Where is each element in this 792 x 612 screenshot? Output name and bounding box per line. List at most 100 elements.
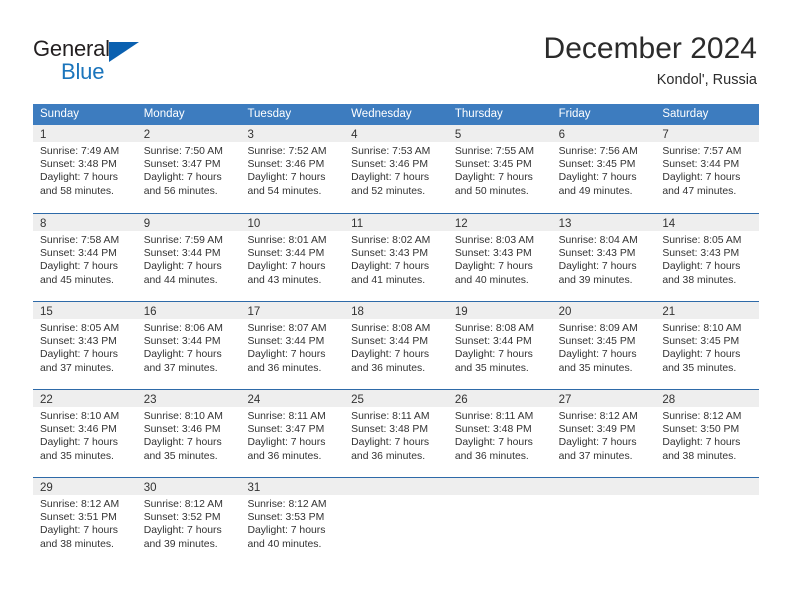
- day-cell-26[interactable]: 26 Sunrise: 8:11 AM Sunset: 3:48 PM Dayligh…: [447, 390, 552, 477]
- day-number: 21: [662, 306, 676, 318]
- day-details: Sunrise: 8:08 AM Sunset: 3:44 PM Daylight:…: [448, 319, 552, 375]
- day-number-band: 1: [33, 125, 137, 142]
- sunrise-text: Sunrise: 8:04 AM: [558, 235, 638, 246]
- day-number: 17: [247, 306, 261, 318]
- day-number: 20: [558, 306, 572, 318]
- day-cell-15[interactable]: 15 Sunrise: 8:05 AM Sunset: 3:43 PM Dayligh…: [33, 302, 137, 389]
- day-number-band: [655, 478, 760, 495]
- day-cell-4[interactable]: 4 Sunrise: 7:53 AM Sunset: 3:46 PM Daylight…: [344, 125, 448, 213]
- day-number: 14: [662, 218, 676, 230]
- brand-logo[interactable]: General Blue: [33, 36, 183, 84]
- day-cell-17[interactable]: 17 Sunrise: 8:07 AM Sunset: 3:44 PM Dayligh…: [240, 302, 345, 389]
- day-cell-8[interactable]: 8 Sunrise: 7:58 AM Sunset: 3:44 PM Daylight…: [33, 214, 137, 301]
- day-number-band: 12: [447, 214, 552, 231]
- sunset-text: Sunset: 3:43 PM: [40, 336, 117, 348]
- sunset-text: Sunset: 3:43 PM: [351, 248, 428, 260]
- sunset-text: Sunset: 3:48 PM: [454, 424, 532, 436]
- day-number-band: 22: [33, 390, 137, 407]
- daylight-text-line1: Daylight: 7 hours: [40, 349, 118, 361]
- sunset-text: Sunset: 3:44 PM: [247, 248, 325, 260]
- daylight-text-line2: and 35 minutes.: [662, 362, 737, 374]
- daylight-text-line1: Daylight: 7 hours: [558, 349, 637, 361]
- daylight-text-line2: and 45 minutes.: [40, 274, 114, 286]
- calendar-week-row: 15 Sunrise: 8:05 AM Sunset: 3:43 PM Dayligh…: [33, 301, 760, 389]
- day-cell-25[interactable]: 25 Sunrise: 8:11 AM Sunset: 3:48 PM Dayligh…: [344, 390, 448, 477]
- day-cell-13[interactable]: 13 Sunrise: 8:04 AM Sunset: 3:43 PM Dayligh…: [551, 214, 656, 301]
- daylight-text-line2: and 36 minutes.: [351, 450, 426, 462]
- daylight-text-line2: and 54 minutes.: [247, 185, 322, 197]
- day-cell-27[interactable]: 27 Sunrise: 8:12 AM Sunset: 3:49 PM Dayligh…: [551, 390, 656, 477]
- day-cell-7[interactable]: 7 Sunrise: 7:57 AM Sunset: 3:44 PM Daylight…: [655, 125, 760, 213]
- daylight-text-line2: and 35 minutes.: [40, 450, 114, 462]
- day-number-band: 11: [344, 214, 448, 231]
- day-details: [655, 495, 759, 498]
- day-number-band: 4: [344, 125, 448, 142]
- page-title: December 2024: [543, 32, 757, 65]
- day-cell-6[interactable]: 6 Sunrise: 7:56 AM Sunset: 3:45 PM Daylight…: [551, 125, 656, 213]
- daylight-text-line1: Daylight: 7 hours: [351, 437, 430, 449]
- day-cell-3[interactable]: 3 Sunrise: 7:52 AM Sunset: 3:46 PM Daylight…: [240, 125, 345, 213]
- day-cell-18[interactable]: 18 Sunrise: 8:08 AM Sunset: 3:44 PM Dayligh…: [344, 302, 448, 389]
- day-cell-2[interactable]: 2 Sunrise: 7:50 AM Sunset: 3:47 PM Daylight…: [136, 125, 241, 213]
- day-details: Sunrise: 8:04 AM Sunset: 3:43 PM Daylight:…: [552, 231, 656, 287]
- day-cell-22[interactable]: 22 Sunrise: 8:10 AM Sunset: 3:46 PM Dayligh…: [33, 390, 137, 477]
- day-cell-20[interactable]: 20 Sunrise: 8:09 AM Sunset: 3:45 PM Dayligh…: [551, 302, 656, 389]
- day-cell-12[interactable]: 12 Sunrise: 8:03 AM Sunset: 3:43 PM Dayligh…: [447, 214, 552, 301]
- day-cell-29[interactable]: 29 Sunrise: 8:12 AM Sunset: 3:51 PM Dayligh…: [33, 478, 137, 565]
- day-cell-14[interactable]: 14 Sunrise: 8:05 AM Sunset: 3:43 PM Dayligh…: [655, 214, 760, 301]
- day-cell-30[interactable]: 30 Sunrise: 8:12 AM Sunset: 3:52 PM Dayligh…: [136, 478, 241, 565]
- sunrise-text: Sunrise: 8:11 AM: [351, 411, 430, 422]
- sunrise-text: Sunrise: 7:49 AM: [40, 146, 120, 157]
- sunrise-text: Sunrise: 7:57 AM: [662, 146, 742, 157]
- day-details: Sunrise: 8:11 AM Sunset: 3:47 PM Daylight:…: [240, 407, 344, 463]
- sunset-text: Sunset: 3:51 PM: [40, 512, 117, 524]
- day-cell-23[interactable]: 23 Sunrise: 8:10 AM Sunset: 3:46 PM Dayligh…: [136, 390, 241, 477]
- page-header: General Blue December 2024 Kondol', Russ…: [0, 0, 792, 100]
- day-number: 27: [558, 394, 572, 406]
- sunrise-text: Sunrise: 7:53 AM: [351, 146, 431, 157]
- day-cell-21[interactable]: 21 Sunrise: 8:10 AM Sunset: 3:45 PM Dayligh…: [655, 302, 760, 389]
- day-number: 12: [454, 218, 468, 230]
- daylight-text-line1: Daylight: 7 hours: [40, 172, 118, 184]
- day-cell-11[interactable]: 11 Sunrise: 8:02 AM Sunset: 3:43 PM Dayligh…: [344, 214, 448, 301]
- weekday-header-friday: Friday: [558, 108, 591, 120]
- sunset-text: Sunset: 3:53 PM: [247, 512, 325, 524]
- sunrise-text: Sunrise: 8:07 AM: [247, 323, 327, 334]
- daylight-text-line2: and 43 minutes.: [247, 274, 322, 286]
- daylight-text-line1: Daylight: 7 hours: [247, 525, 326, 537]
- daylight-text-line2: and 36 minutes.: [351, 362, 426, 374]
- day-number: 15: [40, 306, 53, 318]
- day-number-band: 29: [33, 478, 137, 495]
- day-cell-31[interactable]: 31 Sunrise: 8:12 AM Sunset: 3:53 PM Dayligh…: [240, 478, 345, 565]
- day-number: 19: [454, 306, 468, 318]
- day-cell-28[interactable]: 28 Sunrise: 8:12 AM Sunset: 3:50 PM Dayligh…: [655, 390, 760, 477]
- sunset-text: Sunset: 3:45 PM: [558, 159, 636, 171]
- day-cell-19[interactable]: 19 Sunrise: 8:08 AM Sunset: 3:44 PM Dayligh…: [447, 302, 552, 389]
- day-details: Sunrise: 7:57 AM Sunset: 3:44 PM Daylight:…: [655, 142, 759, 198]
- day-details: Sunrise: 7:58 AM Sunset: 3:44 PM Daylight:…: [33, 231, 137, 287]
- day-cell-1[interactable]: 1 Sunrise: 7:49 AM Sunset: 3:48 PM Daylight…: [33, 125, 137, 213]
- sunset-text: Sunset: 3:44 PM: [662, 159, 740, 171]
- sunrise-text: Sunrise: 7:58 AM: [40, 235, 120, 246]
- day-number: 3: [247, 129, 254, 141]
- day-details: Sunrise: 8:05 AM Sunset: 3:43 PM Daylight:…: [33, 319, 137, 375]
- day-number-band: 16: [136, 302, 241, 319]
- day-cell-10[interactable]: 10 Sunrise: 8:01 AM Sunset: 3:44 PM Dayligh…: [240, 214, 345, 301]
- day-details: Sunrise: 8:07 AM Sunset: 3:44 PM Daylight:…: [240, 319, 344, 375]
- daylight-text-line1: Daylight: 7 hours: [351, 172, 430, 184]
- day-cell-empty: [551, 478, 656, 565]
- sunrise-text: Sunrise: 7:56 AM: [558, 146, 638, 157]
- calendar-grid: Sunday Monday Tuesday Wednesday Thursday Frid…: [33, 104, 760, 565]
- day-cell-9[interactable]: 9 Sunrise: 7:59 AM Sunset: 3:44 PM Daylight…: [136, 214, 241, 301]
- day-details: Sunrise: 8:03 AM Sunset: 3:43 PM Daylight:…: [448, 231, 552, 287]
- weekday-header-wednesday: Wednesday: [351, 108, 412, 120]
- day-cell-5[interactable]: 5 Sunrise: 7:55 AM Sunset: 3:45 PM Daylight…: [447, 125, 552, 213]
- day-number-band: 19: [447, 302, 552, 319]
- day-cell-16[interactable]: 16 Sunrise: 8:06 AM Sunset: 3:44 PM Dayligh…: [136, 302, 241, 389]
- day-details: Sunrise: 7:50 AM Sunset: 3:47 PM Daylight:…: [137, 142, 241, 198]
- calendar-page: General Blue December 2024 Kondol', Russ…: [0, 0, 792, 612]
- sunset-text: Sunset: 3:47 PM: [143, 159, 221, 171]
- daylight-text-line1: Daylight: 7 hours: [662, 349, 741, 361]
- daylight-text-line1: Daylight: 7 hours: [558, 437, 637, 449]
- day-cell-24[interactable]: 24 Sunrise: 8:11 AM Sunset: 3:47 PM Dayligh…: [240, 390, 345, 477]
